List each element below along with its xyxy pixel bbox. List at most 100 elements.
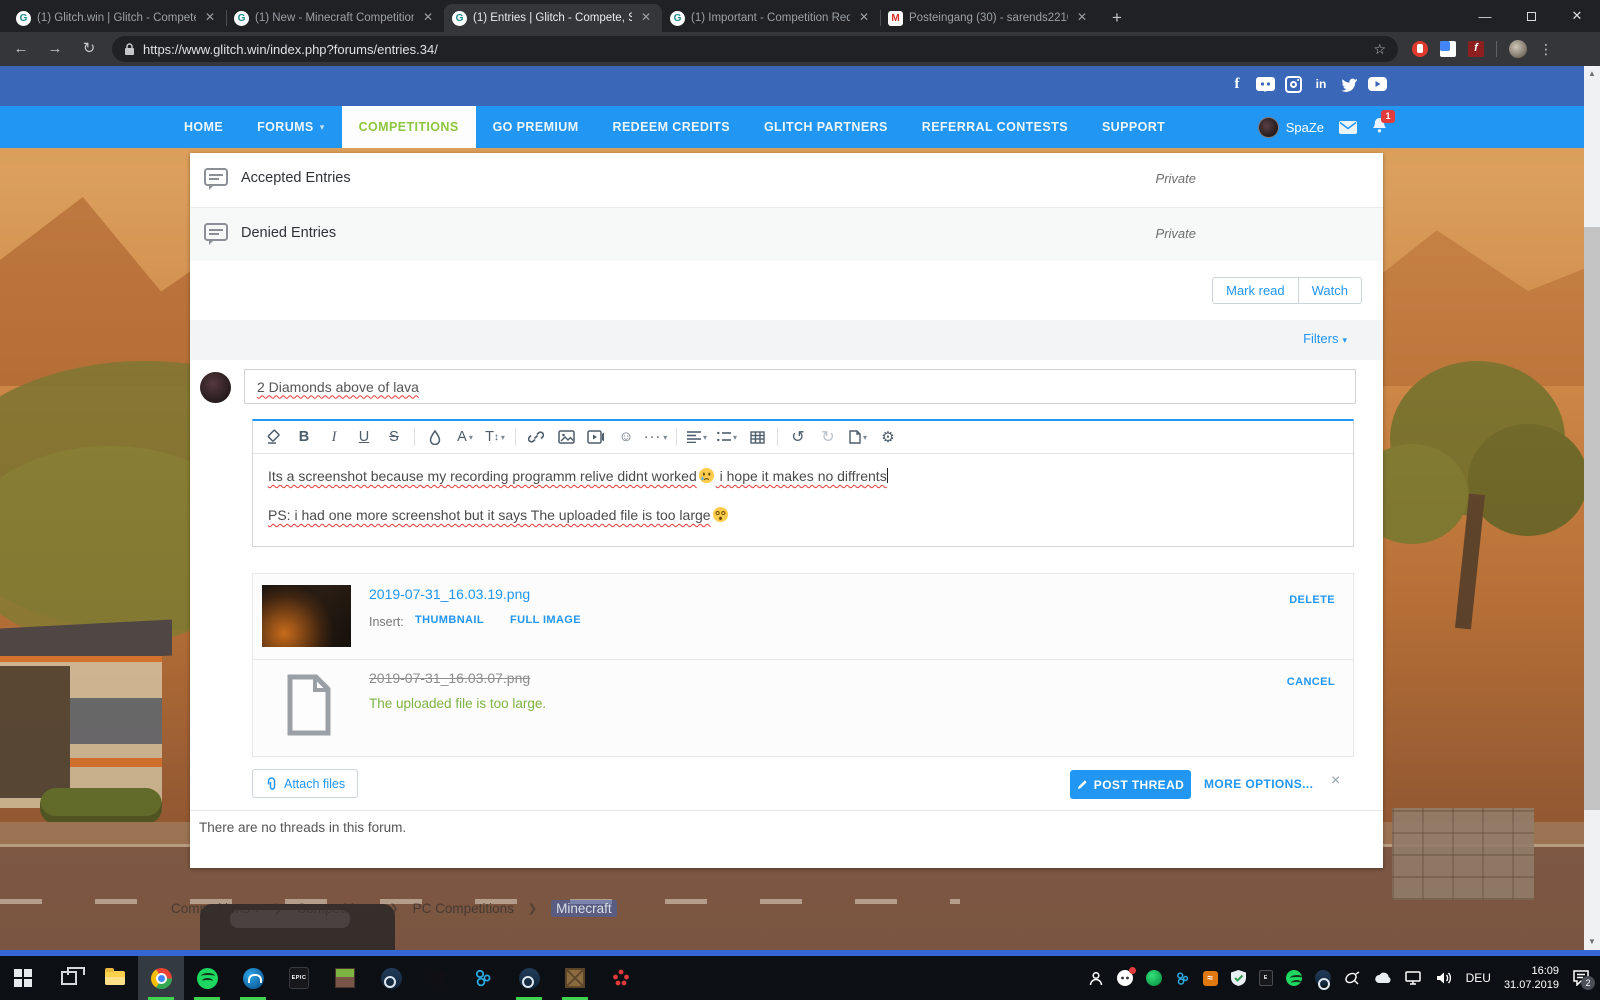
attachment-filename-link[interactable]: 2019-07-31_16.03.19.png bbox=[369, 586, 530, 602]
cancel-upload-button[interactable]: CANCEL bbox=[1287, 676, 1335, 688]
breadcrumb-item[interactable]: Competitions bbox=[297, 901, 376, 916]
breadcrumb-item[interactable]: PC Competitions bbox=[413, 901, 514, 916]
instagram-icon[interactable] bbox=[1283, 74, 1303, 94]
spotify-tray-icon[interactable] bbox=[1286, 970, 1302, 986]
emoji-smilie-icon[interactable]: ☺ bbox=[613, 424, 639, 450]
forum-row-accepted-entries[interactable]: Accepted Entries Private bbox=[190, 153, 1383, 207]
nav-item-competitions-active[interactable]: COMPETITIONS bbox=[342, 106, 476, 148]
scrollbar-thumb[interactable] bbox=[1584, 227, 1600, 810]
epic-games-taskbar-button[interactable]: EPIC bbox=[276, 956, 322, 1000]
mark-read-button[interactable]: Mark read bbox=[1212, 277, 1299, 304]
epic-tray-icon[interactable]: E bbox=[1259, 970, 1273, 986]
scroll-up-arrow[interactable]: ▲ bbox=[1584, 66, 1600, 82]
back-button[interactable]: ← bbox=[8, 36, 34, 62]
minecraft-taskbar-button[interactable] bbox=[322, 956, 368, 1000]
adblock-extension-icon[interactable] bbox=[1412, 41, 1428, 57]
list-icon[interactable]: ▾ bbox=[714, 424, 740, 450]
messages-envelope-icon[interactable] bbox=[1339, 121, 1357, 134]
file-explorer-button[interactable] bbox=[92, 956, 138, 1000]
linkedin-icon[interactable]: in bbox=[1311, 74, 1331, 94]
browser-tab-2[interactable]: G (1) New - Minecraft Competition ✕ bbox=[226, 4, 444, 32]
start-button[interactable] bbox=[0, 956, 46, 1000]
task-view-button[interactable] bbox=[46, 956, 92, 1000]
rich-text-editor[interactable]: B I U S A▾ T↕▾ ☺ ···▾ ▾ ▾ bbox=[252, 419, 1354, 547]
delete-attachment-button[interactable]: DELETE bbox=[1289, 594, 1335, 606]
facebook-icon[interactable]: f bbox=[1227, 74, 1247, 94]
profile-avatar-icon[interactable] bbox=[1509, 40, 1527, 58]
bold-icon[interactable]: B bbox=[291, 424, 317, 450]
game-launcher-taskbar-button[interactable] bbox=[414, 956, 460, 1000]
curse-taskbar-button[interactable] bbox=[460, 956, 506, 1000]
insert-full-image-button[interactable]: FULL IMAGE bbox=[510, 614, 581, 626]
steam-taskbar-button-2[interactable] bbox=[506, 956, 552, 1000]
attachment-thumbnail[interactable] bbox=[262, 585, 351, 647]
insert-thumbnail-button[interactable]: THUMBNAIL bbox=[415, 614, 484, 626]
nav-item-referral-contests[interactable]: REFERRAL CONTESTS bbox=[905, 106, 1085, 148]
nav-item-home[interactable]: HOME bbox=[167, 106, 240, 148]
keyboard-language-label[interactable]: DEU bbox=[1466, 971, 1491, 985]
forum-title[interactable]: Denied Entries bbox=[241, 225, 336, 241]
curse-tray-icon[interactable] bbox=[1175, 971, 1190, 986]
tab-close-icon[interactable]: ✕ bbox=[638, 10, 654, 26]
attach-files-button[interactable]: Attach files bbox=[252, 769, 358, 798]
people-tray-icon[interactable] bbox=[1088, 971, 1104, 986]
reload-button[interactable]: ↻ bbox=[76, 36, 102, 62]
filters-button[interactable]: Filters▾ bbox=[1303, 331, 1347, 346]
minimize-button[interactable]: — bbox=[1462, 0, 1508, 32]
taskbar-clock[interactable]: 16:09 31.07.2019 bbox=[1504, 964, 1559, 992]
nav-item-glitch-partners[interactable]: GLITCH PARTNERS bbox=[747, 106, 905, 148]
more-options-button[interactable]: MORE OPTIONS... bbox=[1204, 777, 1313, 791]
media-icon[interactable] bbox=[583, 424, 609, 450]
tab-close-icon[interactable]: ✕ bbox=[1074, 10, 1090, 26]
drafts-icon[interactable]: ▾ bbox=[845, 424, 871, 450]
breadcrumb-item[interactable]: Competitions▾ bbox=[171, 901, 259, 916]
discord-icon[interactable] bbox=[1255, 74, 1275, 94]
translate-extension-icon[interactable] bbox=[1440, 41, 1456, 57]
editor-settings-gear-icon[interactable]: ⚙ bbox=[875, 424, 901, 450]
nav-item-redeem-credits[interactable]: REDEEM CREDITS bbox=[596, 106, 747, 148]
watch-button[interactable]: Watch bbox=[1298, 277, 1362, 304]
flash-extension-icon[interactable]: f bbox=[1468, 41, 1484, 57]
user-avatar[interactable] bbox=[1258, 117, 1279, 138]
browser-tab-3-active[interactable]: G (1) Entries | Glitch - Compete, Sha ✕ bbox=[444, 4, 662, 32]
tab-close-icon[interactable]: ✕ bbox=[420, 10, 436, 26]
underline-icon[interactable]: U bbox=[351, 424, 377, 450]
font-size-icon[interactable]: T↕▾ bbox=[482, 424, 508, 450]
table-icon[interactable] bbox=[744, 424, 770, 450]
notifications-bell[interactable]: 1 bbox=[1372, 117, 1387, 138]
scroll-down-arrow[interactable]: ▼ bbox=[1584, 934, 1600, 950]
tab-close-icon[interactable]: ✕ bbox=[202, 10, 218, 26]
twitter-icon[interactable] bbox=[1339, 74, 1359, 94]
java-tray-icon[interactable]: ≈ bbox=[1203, 971, 1218, 986]
italic-icon[interactable]: I bbox=[321, 424, 347, 450]
more-tools-icon[interactable]: ···▾ bbox=[643, 424, 669, 450]
forum-title[interactable]: Accepted Entries bbox=[241, 170, 351, 186]
username-label[interactable]: SpaZe bbox=[1286, 120, 1324, 135]
remove-formatting-icon[interactable] bbox=[261, 424, 287, 450]
thread-title-input[interactable]: 2 Diamonds above of lava bbox=[244, 369, 1356, 404]
forum-row-denied-entries[interactable]: Denied Entries Private bbox=[190, 207, 1383, 261]
undo-icon[interactable]: ↺ bbox=[785, 424, 811, 450]
image-icon[interactable] bbox=[553, 424, 579, 450]
nav-item-support[interactable]: SUPPORT bbox=[1085, 106, 1182, 148]
red-dots-app-taskbar-button[interactable] bbox=[598, 956, 644, 1000]
new-tab-button[interactable]: + bbox=[1104, 5, 1130, 31]
vpn-tray-icon[interactable] bbox=[1146, 970, 1162, 986]
text-color-icon[interactable] bbox=[422, 424, 448, 450]
chrome-menu-icon[interactable]: ⋮ bbox=[1539, 41, 1553, 58]
align-icon[interactable]: ▾ bbox=[684, 424, 710, 450]
youtube-icon[interactable] bbox=[1367, 74, 1387, 94]
defender-shield-tray-icon[interactable] bbox=[1231, 970, 1246, 986]
onedrive-cloud-tray-icon[interactable] bbox=[1374, 972, 1392, 984]
action-center-button[interactable]: 2 bbox=[1572, 970, 1590, 986]
font-family-icon[interactable]: A▾ bbox=[452, 424, 478, 450]
browser-tab-4[interactable]: G (1) Important - Competition Requ ✕ bbox=[662, 4, 880, 32]
spotify-taskbar-button[interactable] bbox=[184, 956, 230, 1000]
teamspeak-taskbar-button[interactable] bbox=[230, 956, 276, 1000]
close-composer-icon[interactable]: × bbox=[1331, 772, 1340, 790]
discord-tray-icon[interactable] bbox=[1117, 970, 1133, 986]
editor-body[interactable]: Its a screenshot because my recording pr… bbox=[253, 454, 1353, 526]
breadcrumb-item-current[interactable]: Minecraft bbox=[551, 900, 617, 917]
tab-close-icon[interactable]: ✕ bbox=[856, 10, 872, 26]
page-scrollbar[interactable]: ▲ ▼ bbox=[1584, 66, 1600, 950]
